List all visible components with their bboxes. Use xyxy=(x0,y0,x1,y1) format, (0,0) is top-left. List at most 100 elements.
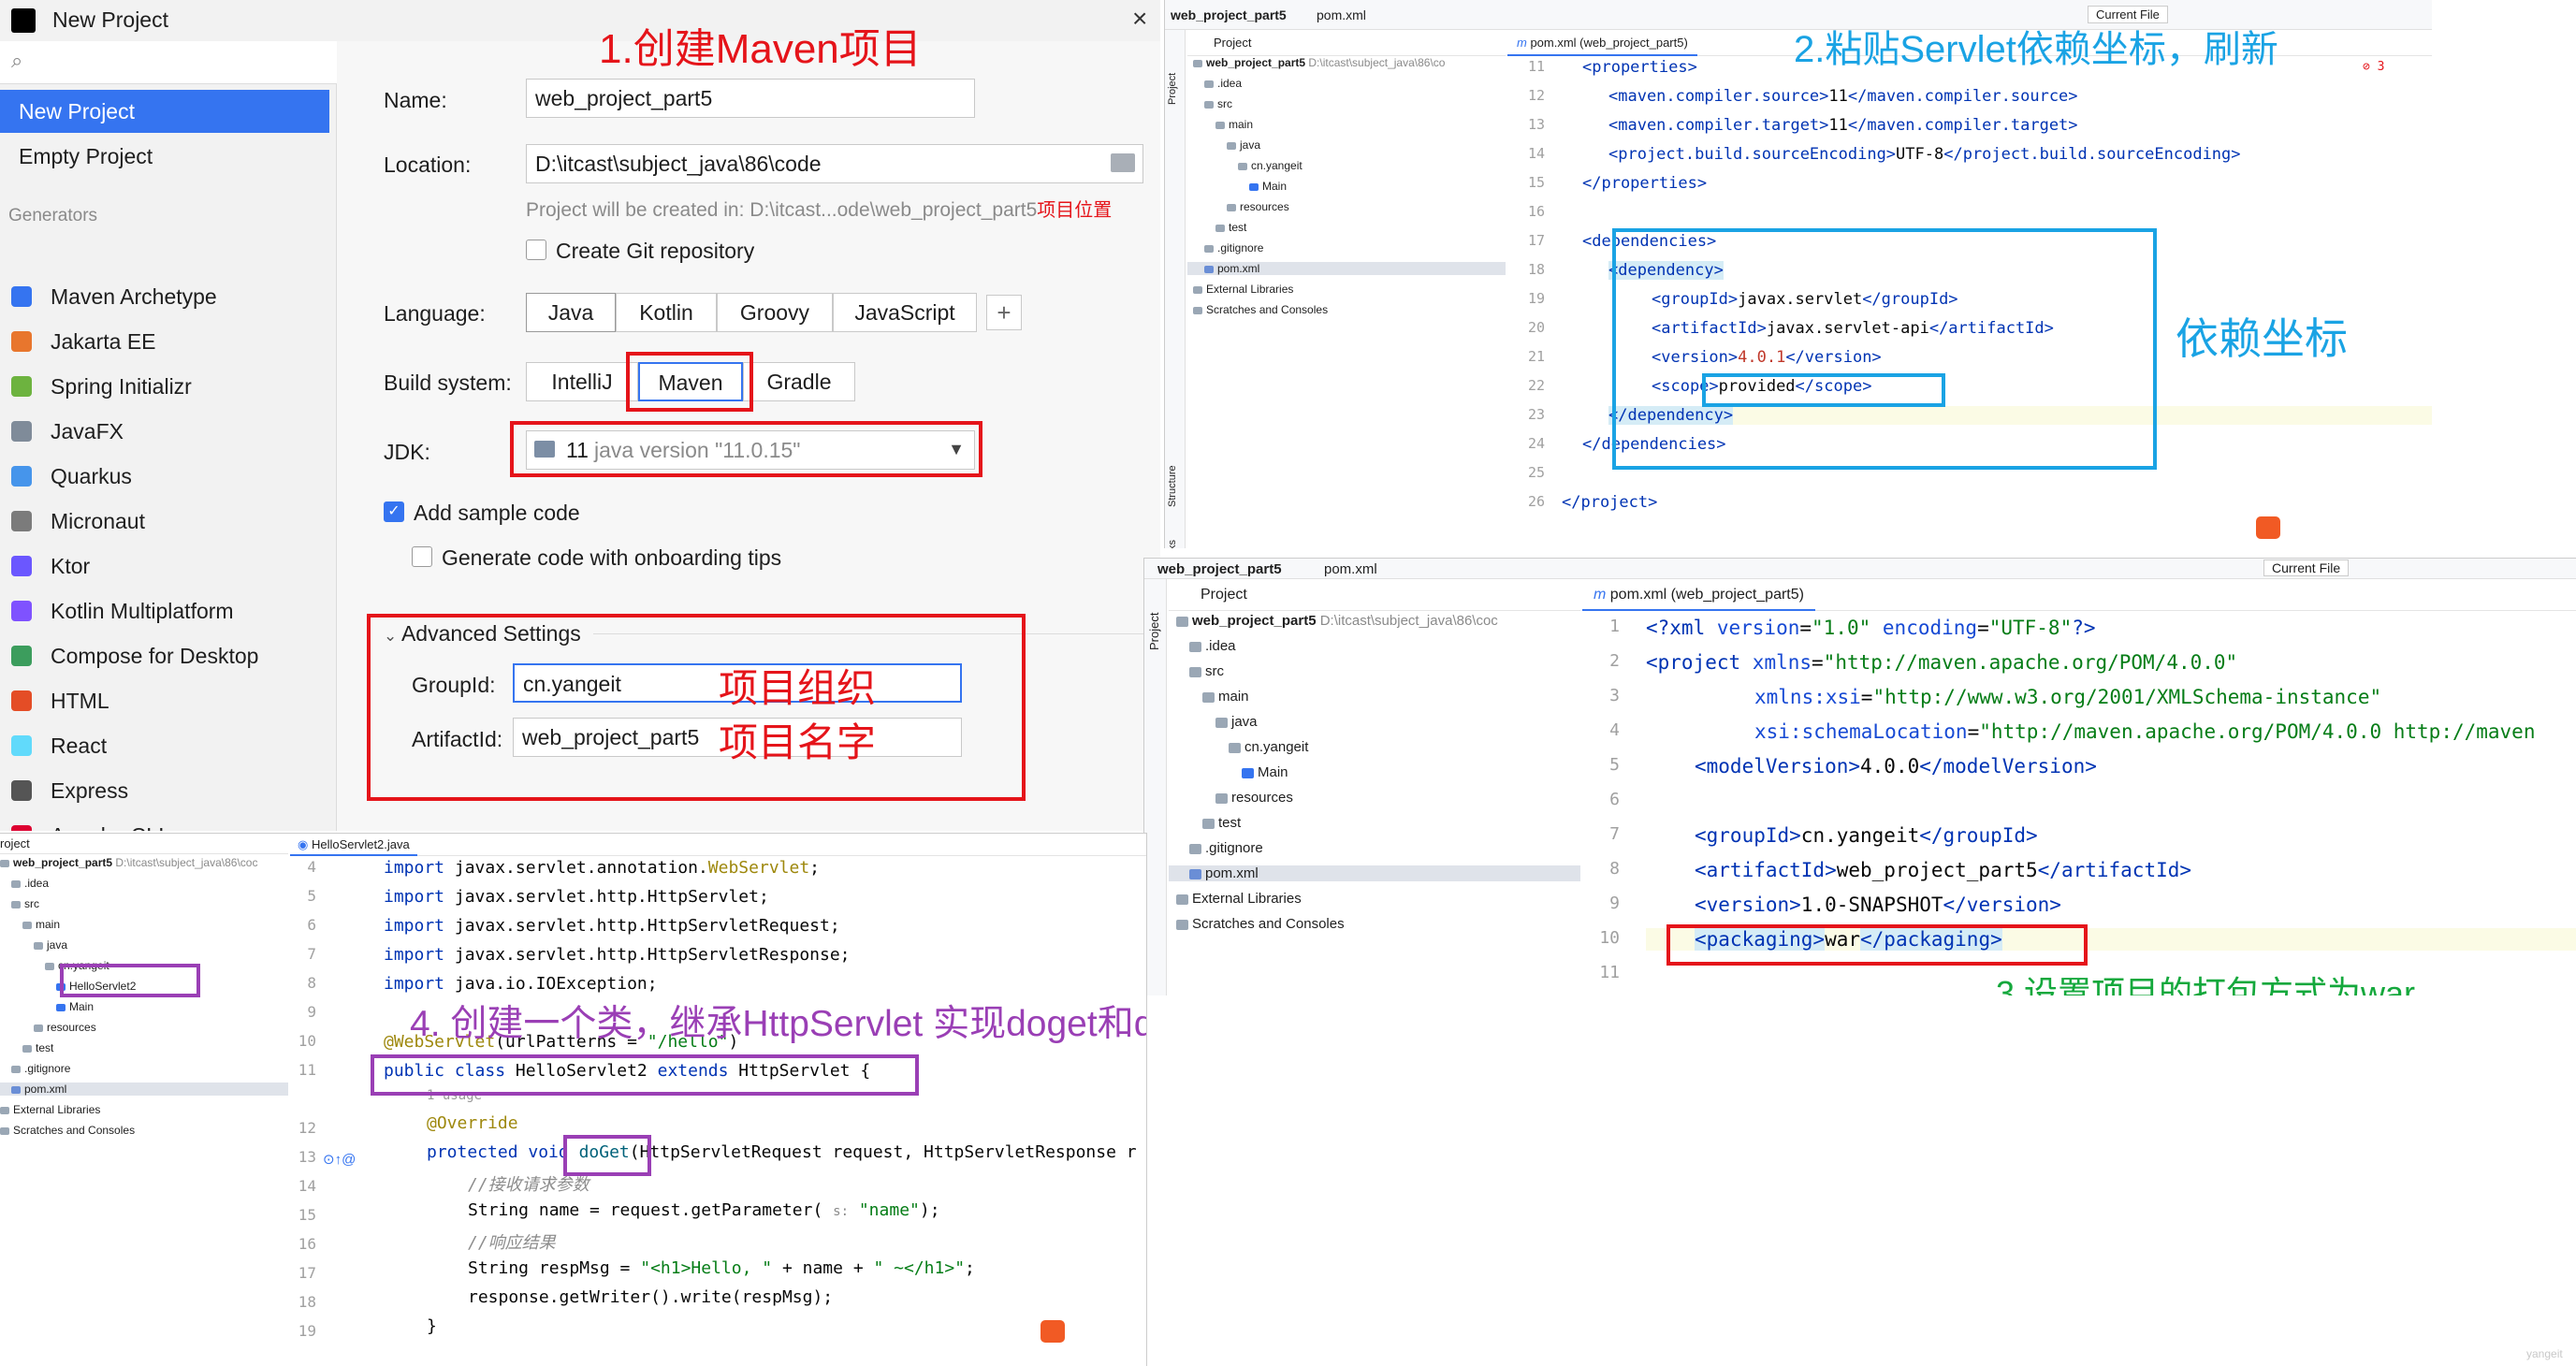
maven-icon: m xyxy=(1517,36,1531,50)
tree-item[interactable]: src xyxy=(11,897,39,910)
tree-item[interactable]: Scratches and Consoles xyxy=(1176,916,1345,932)
line-number: 24 xyxy=(1527,435,1545,452)
language-groovy[interactable]: Groovy xyxy=(717,293,833,332)
folder-icon xyxy=(0,1106,9,1114)
run-config-select[interactable]: Current File xyxy=(2263,559,2350,576)
editor-tab[interactable]: ◉ HelloServlet2.java xyxy=(290,834,417,856)
tree-item[interactable]: Scratches and Consoles xyxy=(0,1124,135,1137)
side-tab-project[interactable]: Project xyxy=(1167,73,1178,105)
tree-item[interactable]: .idea xyxy=(1204,77,1242,90)
tree-item[interactable]: src xyxy=(1189,663,1224,679)
tree-item[interactable]: pom.xml xyxy=(1169,865,1580,881)
tree-item[interactable]: .gitignore xyxy=(1204,241,1263,254)
tree-item[interactable]: java xyxy=(1215,714,1258,730)
project-panel-label[interactable]: Project xyxy=(1214,36,1251,50)
tree-item[interactable]: main xyxy=(1215,118,1253,131)
location-field[interactable]: D:\itcast\subject_java\86\code xyxy=(526,144,1143,183)
tree-item[interactable]: External Libraries xyxy=(1193,283,1293,296)
tree-item[interactable]: .idea xyxy=(11,877,49,890)
editor-tab[interactable]: m pom.xml (web_project_part5) xyxy=(1507,30,1697,56)
side-tab-bookmarks[interactable]: Bookmarks xyxy=(1167,540,1178,548)
generator-item[interactable]: Kotlin Multiplatform xyxy=(0,589,329,632)
line-gutter: 1 2 3 4 5 6 7 8 9 10 11 xyxy=(1582,617,1620,995)
close-icon[interactable]: × xyxy=(1132,4,1147,34)
tree-item[interactable]: java xyxy=(1227,138,1260,152)
tree-item[interactable]: web_project_part5 D:\itcast\subject_java… xyxy=(0,856,257,869)
editor-tab[interactable]: m pom.xml (web_project_part5) xyxy=(1582,579,1815,611)
tree-item[interactable]: External Libraries xyxy=(0,1103,100,1116)
side-tab-structure[interactable]: Structure xyxy=(1167,465,1178,507)
tree-item[interactable]: resources xyxy=(1215,790,1293,806)
nav-empty-project[interactable]: Empty Project xyxy=(0,135,329,178)
onboarding-checkbox[interactable] xyxy=(412,546,432,567)
tree-item[interactable]: Scratches and Consoles xyxy=(1193,303,1328,316)
tree-item[interactable]: pom.xml xyxy=(1187,262,1506,275)
add-language-button[interactable]: + xyxy=(986,295,1022,330)
generator-item[interactable]: Jakarta EE xyxy=(0,320,329,363)
tree-item[interactable]: test xyxy=(22,1041,53,1054)
tree-item[interactable]: resources xyxy=(34,1021,96,1034)
code-line: protected void doGet(HttpServletRequest … xyxy=(427,1142,1137,1162)
name-field[interactable]: web_project_part5 xyxy=(526,79,975,118)
language-java[interactable]: Java xyxy=(526,293,616,332)
tree-item[interactable]: .idea xyxy=(1189,638,1236,654)
tree-item[interactable]: Main xyxy=(56,1000,94,1013)
tree-item[interactable]: .gitignore xyxy=(1189,840,1263,856)
tree-item[interactable]: java xyxy=(34,938,67,952)
generator-item[interactable]: Micronaut xyxy=(0,500,329,543)
generator-item[interactable]: JavaFX xyxy=(0,410,329,453)
generator-item[interactable]: Spring Initializr xyxy=(0,365,329,408)
breadcrumb-project[interactable]: web_project_part5 xyxy=(1171,7,1287,22)
tree-item-label: Scratches and Consoles xyxy=(13,1124,136,1137)
breadcrumb-file[interactable]: pom.xml xyxy=(1324,561,1377,577)
project-panel-label[interactable]: Project xyxy=(1201,587,1247,603)
sample-code-checkbox[interactable]: ✓ xyxy=(384,501,404,522)
generator-item[interactable]: Maven Archetype xyxy=(0,275,329,318)
breadcrumb-file[interactable]: pom.xml xyxy=(1317,7,1366,22)
build-gradle[interactable]: Gradle xyxy=(743,362,855,401)
line-number: 4 xyxy=(1609,720,1620,740)
tree-item[interactable]: src xyxy=(1204,97,1232,110)
generator-item[interactable]: Express xyxy=(0,769,329,812)
language-kotlin[interactable]: Kotlin xyxy=(616,293,717,332)
scope-highlight-box xyxy=(1702,373,1945,407)
generator-item[interactable]: Compose for Desktop xyxy=(0,634,329,677)
search-field[interactable]: ⌕ xyxy=(0,41,337,84)
side-tab-project[interactable]: Project xyxy=(1147,613,1161,650)
nav-new-project[interactable]: New Project xyxy=(0,90,329,133)
tree-item[interactable]: web_project_part5 D:\itcast\subject_java… xyxy=(1193,56,1445,69)
git-checkbox[interactable] xyxy=(526,240,546,260)
editor-tab-bar: ◉ HelloServlet2.java xyxy=(290,834,1146,856)
tree-item[interactable]: .gitignore xyxy=(11,1062,70,1075)
generator-item[interactable]: React xyxy=(0,724,329,767)
tree-item[interactable]: main xyxy=(22,918,60,931)
tree-item[interactable]: resources xyxy=(1227,200,1289,213)
problems-indicator[interactable]: ⊘ 3 xyxy=(2363,60,2384,74)
folder-icon[interactable] xyxy=(1111,153,1135,172)
tree-item[interactable]: Main xyxy=(1242,764,1288,780)
project-panel-label[interactable]: roject xyxy=(0,836,30,850)
generators-sidebar: ⌕ New Project Empty Project Generators M… xyxy=(0,41,337,831)
override-gutter-icon[interactable]: ⊙↑@ xyxy=(323,1151,356,1168)
tree-item[interactable]: pom.xml xyxy=(0,1083,288,1096)
tree-item[interactable]: cn.yangeit xyxy=(1229,739,1308,755)
tree-item[interactable]: External Libraries xyxy=(1176,891,1302,907)
language-javascript[interactable]: JavaScript xyxy=(833,293,977,332)
annotation-step3: 3.设置项目的打包方式为war xyxy=(1996,974,2416,995)
generator-item[interactable]: HTML xyxy=(0,679,329,722)
tree-item[interactable]: web_project_part5 D:\itcast\subject_java… xyxy=(1176,613,1498,629)
tree-item[interactable]: test xyxy=(1215,221,1246,234)
generators-header: Generators xyxy=(8,206,98,225)
tree-item[interactable]: main xyxy=(1202,689,1249,705)
generator-item[interactable]: Ktor xyxy=(0,545,329,588)
tree-item[interactable]: test xyxy=(1202,815,1241,831)
tree-item[interactable]: cn.yangeit xyxy=(1238,159,1303,172)
java-editor[interactable]: import javax.servlet.annotation.WebServl… xyxy=(384,858,1146,1363)
breadcrumb-project[interactable]: web_project_part5 xyxy=(1157,561,1282,577)
build-intellij[interactable]: IntelliJ xyxy=(526,362,638,401)
tree-item[interactable]: Main xyxy=(1249,180,1287,193)
generator-label: Micronaut xyxy=(51,509,145,533)
line-number: 10 xyxy=(1599,928,1620,948)
generator-item[interactable]: Angular CLI xyxy=(0,814,329,831)
generator-item[interactable]: Quarkus xyxy=(0,455,329,498)
